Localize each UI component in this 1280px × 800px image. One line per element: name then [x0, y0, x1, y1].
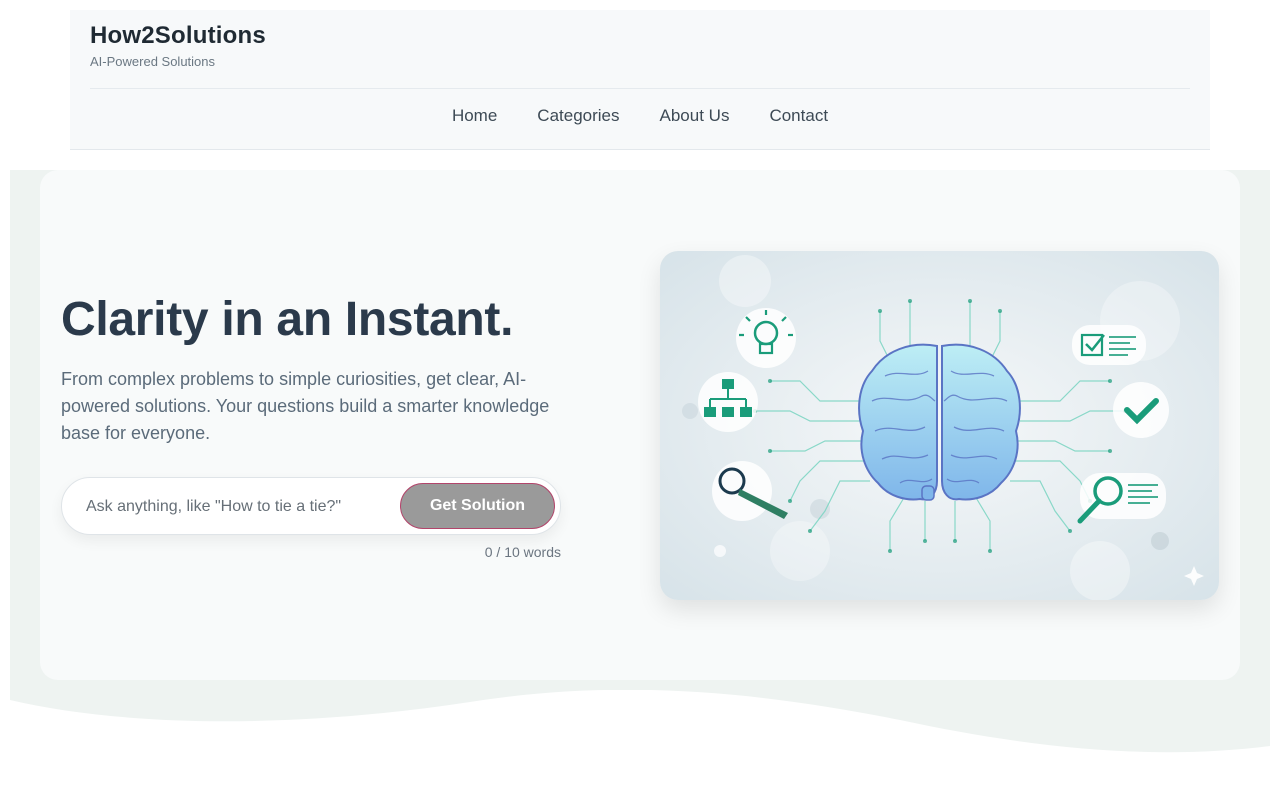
lightbulb-icon	[736, 308, 796, 368]
nav-categories[interactable]: Categories	[537, 106, 619, 126]
hero-title: Clarity in an Instant.	[61, 293, 514, 346]
search-document-icon	[1077, 473, 1166, 524]
main-nav: Home Categories About Us Contact	[70, 106, 1210, 126]
hero-illustration	[660, 251, 1219, 600]
nav-contact[interactable]: Contact	[769, 106, 828, 126]
brain-circuit-illustration	[660, 251, 1219, 600]
word-count: 0 / 10 words	[484, 544, 561, 560]
search-form: Get Solution	[61, 477, 561, 535]
brand[interactable]: How2Solutions AI-Powered Solutions	[90, 22, 266, 69]
nav-about-us[interactable]: About Us	[660, 106, 730, 126]
nav-home[interactable]: Home	[452, 106, 497, 126]
header-divider	[90, 88, 1190, 89]
checklist-icon	[1072, 325, 1146, 365]
brand-title[interactable]: How2Solutions	[90, 22, 266, 50]
site-header: How2Solutions AI-Powered Solutions Home …	[70, 10, 1210, 150]
org-chart-icon	[698, 372, 758, 432]
search-input[interactable]	[86, 495, 386, 519]
get-solution-button[interactable]: Get Solution	[400, 483, 555, 529]
hero-subtitle: From complex problems to simple curiosit…	[61, 369, 550, 443]
brand-tagline: AI-Powered Solutions	[90, 54, 216, 69]
hero-wave-divider	[10, 680, 1270, 753]
checkmark-icon	[1113, 382, 1169, 438]
